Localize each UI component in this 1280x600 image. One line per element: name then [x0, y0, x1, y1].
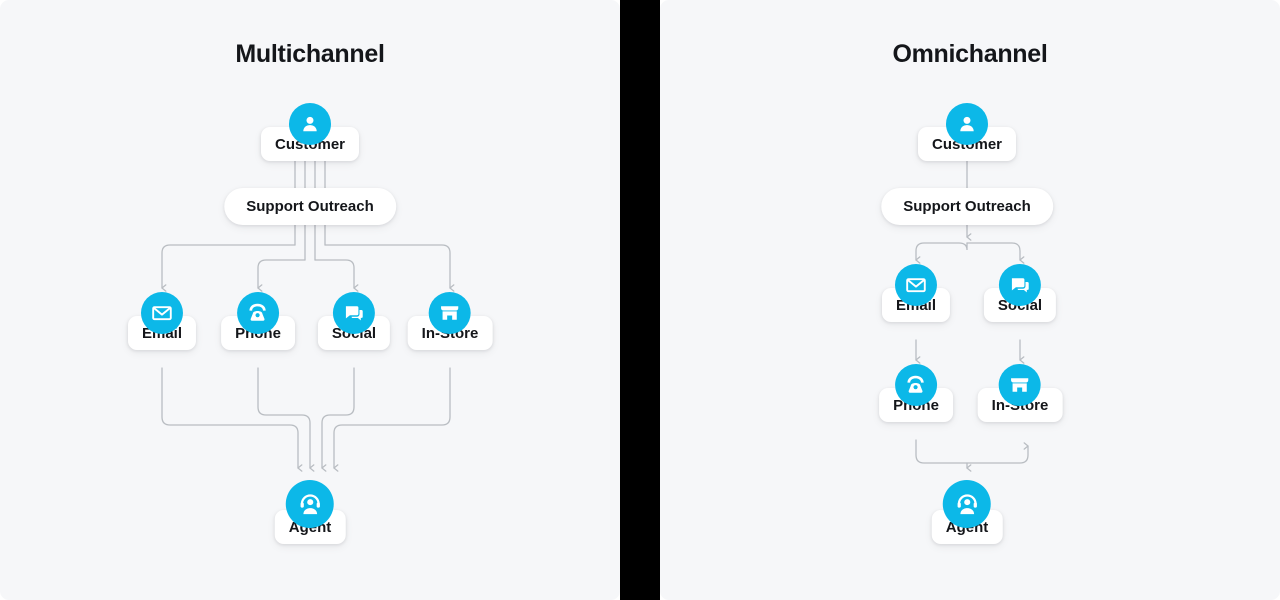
chat-bubbles-icon — [999, 264, 1041, 306]
node-agent-multichannel[interactable]: Agent — [274, 480, 346, 544]
node-support-outreach-multichannel[interactable]: Support Outreach — [224, 188, 396, 225]
node-channel-email-omnichannel[interactable]: Email — [881, 264, 951, 322]
node-channel-social-multichannel[interactable]: Social — [317, 292, 391, 350]
envelope-icon — [895, 264, 937, 306]
node-channel-social-omnichannel[interactable]: Social — [983, 264, 1057, 322]
node-channel-phone-multichannel[interactable]: Phone — [221, 292, 295, 350]
person-icon — [945, 103, 988, 145]
panel-multichannel: Multichannel Support Outreach — [0, 0, 620, 600]
desk-phone-icon — [895, 364, 937, 406]
node-support-outreach-omnichannel[interactable]: Support Outreach — [881, 188, 1053, 225]
person-icon — [288, 103, 331, 145]
node-channel-in-store-multichannel[interactable]: In-Store — [407, 292, 493, 350]
envelope-icon — [141, 292, 183, 334]
panel-omnichannel: Omnichannel Support Outreach — [660, 0, 1280, 600]
chat-bubbles-icon — [333, 292, 375, 334]
node-channel-in-store-omnichannel[interactable]: In-Store — [977, 364, 1063, 422]
panel-divider — [620, 0, 660, 600]
headset-agent-icon — [943, 480, 991, 528]
node-channel-phone-omnichannel[interactable]: Phone — [879, 364, 953, 422]
node-customer-multichannel[interactable]: Customer — [260, 103, 360, 161]
node-agent-omnichannel[interactable]: Agent — [931, 480, 1003, 544]
diagram-canvas: Multichannel Support Outreach Omnichanne… — [0, 0, 1280, 600]
node-channel-email-multichannel[interactable]: Email — [127, 292, 197, 350]
desk-phone-icon — [237, 292, 279, 334]
headset-agent-icon — [286, 480, 334, 528]
node-customer-omnichannel[interactable]: Customer — [917, 103, 1017, 161]
